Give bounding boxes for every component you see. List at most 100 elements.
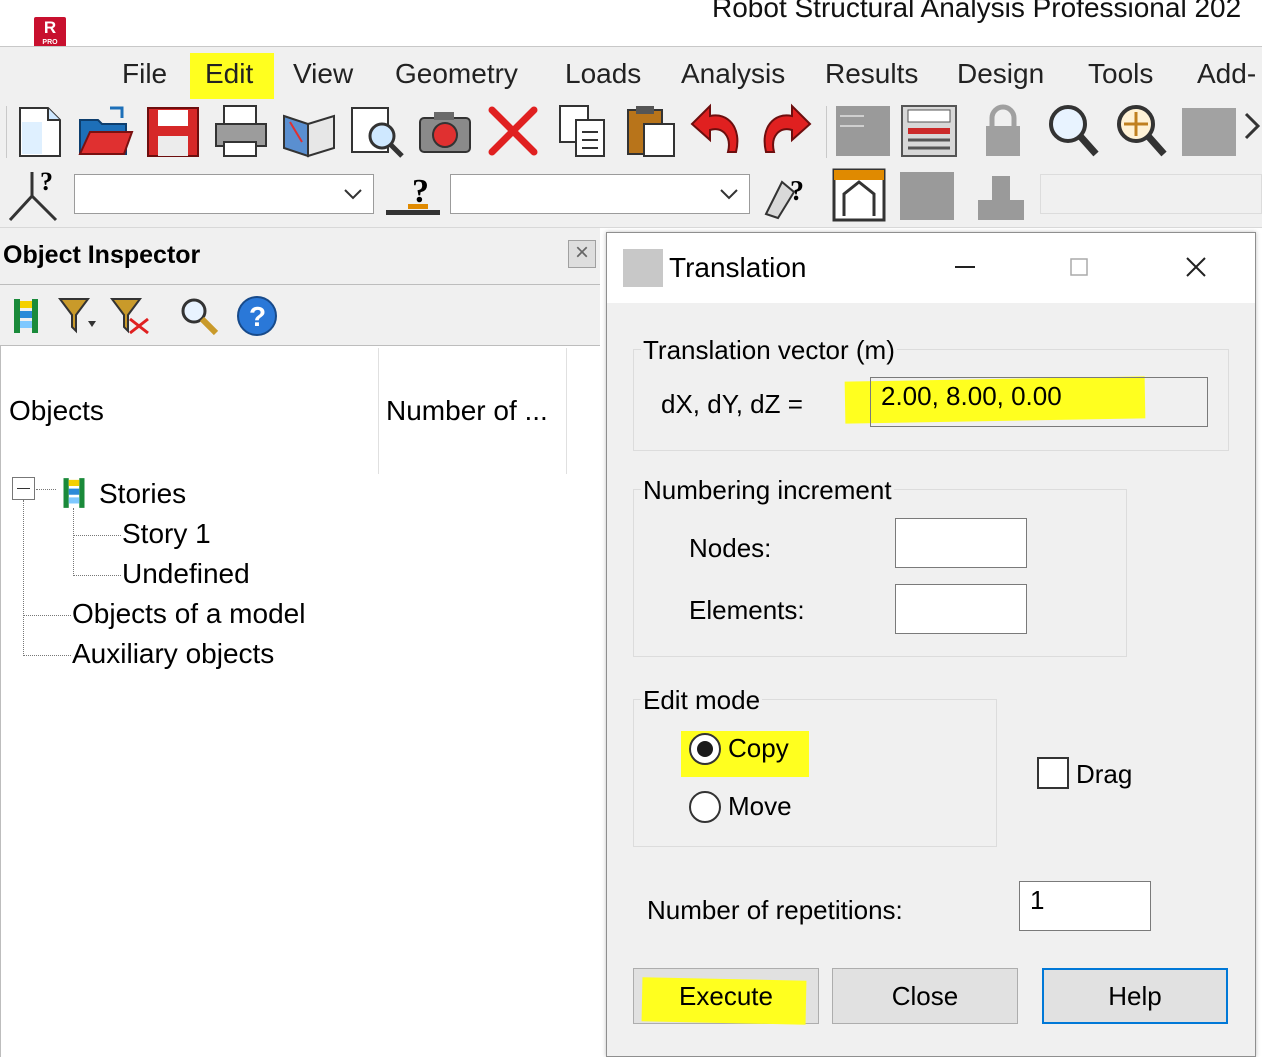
tree-item-objects-of-model[interactable]: Objects of a model xyxy=(72,597,305,631)
svg-text:?: ? xyxy=(790,176,804,207)
tree-line xyxy=(73,535,121,536)
menu-loads[interactable]: Loads xyxy=(565,57,641,91)
edit-mode-label: Edit mode xyxy=(641,685,763,716)
maximize-icon xyxy=(1070,258,1088,276)
camera-icon[interactable] xyxy=(416,102,474,160)
undo-icon[interactable] xyxy=(688,102,746,160)
move-label[interactable]: Move xyxy=(728,791,792,822)
drag-label[interactable]: Drag xyxy=(1076,759,1132,790)
help-button[interactable]: Help xyxy=(1042,968,1228,1024)
toolbar-separator xyxy=(826,106,827,158)
dialog-title: Translation xyxy=(669,252,807,283)
save-icon[interactable] xyxy=(144,102,202,160)
print-icon[interactable] xyxy=(212,102,270,160)
collapse-icon[interactable] xyxy=(12,477,35,500)
object-inspector-toolbar: ? xyxy=(0,284,600,346)
paste-icon[interactable] xyxy=(622,102,680,160)
stories-icon[interactable] xyxy=(10,297,42,335)
filter-icon[interactable] xyxy=(58,295,102,335)
copy-radio[interactable] xyxy=(689,733,721,765)
close-icon[interactable]: × xyxy=(568,240,596,268)
app-title: Robot Structural Analysis Professional 2… xyxy=(712,0,1242,23)
table-icon[interactable] xyxy=(834,102,892,160)
open-folder-icon[interactable] xyxy=(76,102,134,160)
calculator-icon[interactable] xyxy=(900,102,958,160)
disabled-tool-icon[interactable] xyxy=(898,166,956,224)
tree-item-stories[interactable]: Stories xyxy=(99,477,186,511)
menu-geometry[interactable]: Geometry xyxy=(395,57,518,91)
view-3d-icon[interactable] xyxy=(1180,102,1238,160)
lock-icon[interactable] xyxy=(974,102,1032,160)
zoom-icon[interactable] xyxy=(1044,102,1102,160)
menu-results[interactable]: Results xyxy=(825,57,918,91)
help-button-label: Help xyxy=(1108,981,1162,1011)
close-button-label: Close xyxy=(891,981,959,1011)
bar-selection-combo[interactable] xyxy=(450,174,750,214)
stories-icon xyxy=(63,478,85,508)
translation-vector-input[interactable]: 2.00, 8.00, 0.00 xyxy=(870,377,1208,427)
close-icon[interactable] xyxy=(1176,247,1216,287)
search-icon[interactable] xyxy=(178,295,220,337)
repetitions-input[interactable]: 1 xyxy=(1019,881,1151,931)
close-button[interactable]: Close xyxy=(832,968,1018,1024)
elements-input[interactable] xyxy=(895,584,1027,634)
chevron-down-icon xyxy=(344,189,362,200)
menu-edit[interactable]: Edit xyxy=(205,57,253,91)
copy-icon[interactable] xyxy=(554,102,612,160)
disabled-combo xyxy=(1040,174,1262,214)
help-icon[interactable]: ? xyxy=(236,295,278,337)
bar-selection-icon[interactable]: ? xyxy=(384,166,442,224)
nodes-label: Nodes: xyxy=(689,533,772,563)
menu-analysis[interactable]: Analysis xyxy=(681,57,785,91)
new-file-icon[interactable] xyxy=(12,102,70,160)
tree-line xyxy=(23,500,24,656)
menu-addins[interactable]: Add- xyxy=(1197,57,1256,91)
node-selection-icon[interactable]: ? xyxy=(6,166,64,224)
tree-line xyxy=(36,489,56,490)
nodes-input[interactable] xyxy=(895,518,1027,568)
tree-item-auxiliary-objects[interactable]: Auxiliary objects xyxy=(72,637,274,671)
tree-line xyxy=(23,615,71,616)
tree-line xyxy=(73,575,121,576)
screen-capture-icon[interactable] xyxy=(348,102,406,160)
numbering-increment-label: Numbering increment xyxy=(641,475,894,506)
column-header-objects[interactable]: Objects xyxy=(9,395,104,427)
dialog-icon xyxy=(623,249,663,287)
menu-file[interactable]: File xyxy=(122,57,167,91)
svg-text:?: ? xyxy=(40,167,53,196)
copy-label[interactable]: Copy xyxy=(728,733,789,764)
menu-design[interactable]: Design xyxy=(957,57,1044,91)
minimize-icon[interactable] xyxy=(945,247,985,287)
node-selection-combo[interactable] xyxy=(74,174,374,214)
help-pointer-icon[interactable]: ? xyxy=(758,166,816,224)
execute-button[interactable]: Execute xyxy=(633,968,819,1025)
repetitions-label: Number of repetitions: xyxy=(647,895,903,925)
move-radio[interactable] xyxy=(689,791,721,823)
selection-toolbar: ? ? ? xyxy=(0,162,1262,228)
drag-checkbox[interactable] xyxy=(1037,757,1069,789)
tree-line xyxy=(73,508,74,576)
support-tool-icon[interactable] xyxy=(970,166,1028,224)
tree-item-undefined[interactable]: Undefined xyxy=(122,557,250,591)
menu-tools[interactable]: Tools xyxy=(1088,57,1153,91)
redo-icon[interactable] xyxy=(756,102,814,160)
svg-text:?: ? xyxy=(249,301,266,332)
menu-bar: File Edit View Geometry Loads Analysis R… xyxy=(0,46,1262,100)
clear-filter-icon[interactable] xyxy=(110,295,154,335)
menu-view[interactable]: View xyxy=(293,57,353,91)
tree-item-story-1[interactable]: Story 1 xyxy=(122,517,211,551)
frame-structure-icon[interactable] xyxy=(830,166,888,224)
object-inspector-body xyxy=(0,346,600,1057)
delete-icon[interactable] xyxy=(484,102,542,160)
elements-label: Elements: xyxy=(689,595,805,625)
more-tools-icon[interactable] xyxy=(1244,102,1262,160)
repetitions-value: 1 xyxy=(1030,885,1045,915)
column-header-number[interactable]: Number of ... xyxy=(386,395,548,427)
translation-dialog: Translation Translation vector (m) dX, d… xyxy=(606,232,1256,1057)
chevron-down-icon xyxy=(720,189,738,200)
column-separator xyxy=(378,348,379,474)
logo-letter: R xyxy=(43,18,57,37)
pan-zoom-icon[interactable] xyxy=(1112,102,1170,160)
print-preview-icon[interactable] xyxy=(280,102,338,160)
column-separator xyxy=(566,348,567,474)
